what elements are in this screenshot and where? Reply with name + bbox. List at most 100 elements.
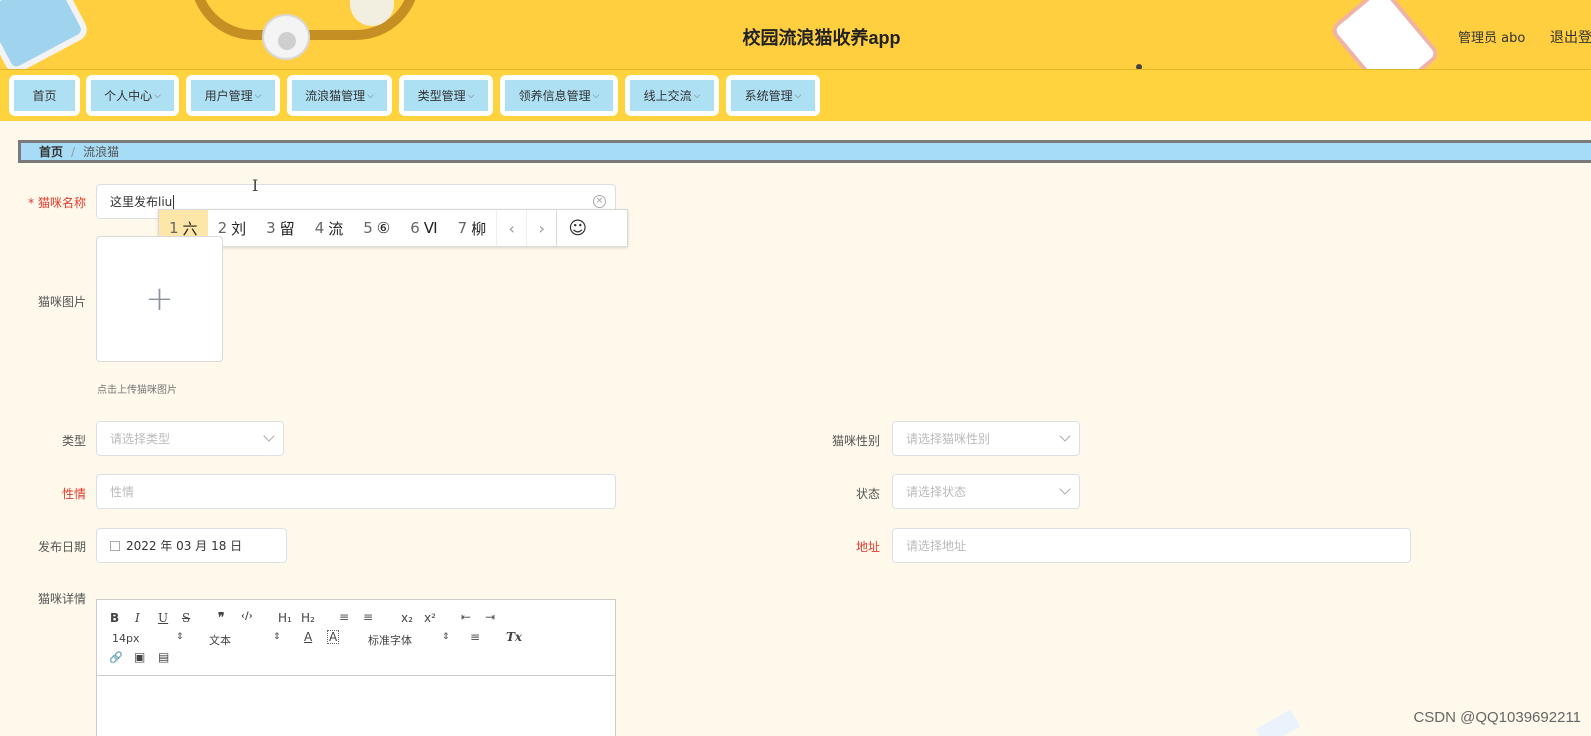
image-icon[interactable]: ▣ <box>134 650 145 664</box>
type-label: 类型 <box>61 434 86 448</box>
chevron-down-icon: ⌵ <box>154 90 161 101</box>
nav-label: 领养信息管理 <box>518 89 591 103</box>
address-placeholder: 请选择地址 <box>906 539 967 553</box>
nav-label: 首页 <box>32 89 57 103</box>
indent-icon[interactable]: ⇥ <box>485 610 495 624</box>
align-icon[interactable]: ≡ <box>470 630 480 644</box>
nav-label: 系统管理 <box>744 89 793 103</box>
breadcrumb-separator: / <box>71 144 76 159</box>
heading-2-icon[interactable]: H₂ <box>301 611 315 625</box>
chevron-down-icon: ⌵ <box>467 90 475 101</box>
cat-name-value: 这里发布liu <box>110 195 173 209</box>
ime-candidate[interactable]: 3留 <box>256 210 305 246</box>
ordered-list-icon[interactable]: ≡ <box>339 610 349 624</box>
gender-label: 猫咪性别 <box>831 434 880 448</box>
chevron-down-icon <box>1059 483 1071 495</box>
chevron-down-icon: ⌵ <box>592 90 600 101</box>
italic-icon[interactable]: I <box>135 611 140 625</box>
corner-decoration <box>1255 709 1301 736</box>
updown-icon: ⇕ <box>273 632 281 642</box>
address-label: 地址 <box>855 540 880 554</box>
watermark: CSDN @QQ1039692211 <box>1413 709 1581 726</box>
app-header: 校园流浪猫收养app 管理员 abo 退出登 <box>0 0 1591 70</box>
ime-candidate[interactable]: 6Ⅵ <box>400 210 447 246</box>
nav-item-cat-management[interactable]: 流浪猫管理 ⌵ <box>287 75 392 116</box>
header-select[interactable]: 文本 ⇕ <box>209 632 284 647</box>
chevron-down-icon: ⌵ <box>367 90 374 101</box>
chevron-down-icon: ⌵ <box>794 90 802 101</box>
main-nav: 首页 个人中心 ⌵ 用户管理 ⌵ 流浪猫管理 ⌵ 类型管理 ⌵ 领养信息管理 ⌵ 线上交流… <box>0 70 1591 121</box>
clear-format-icon[interactable]: Tx <box>506 630 522 644</box>
blockquote-icon[interactable]: ❞ <box>218 610 224 624</box>
text-color-icon[interactable]: A <box>304 630 312 644</box>
bullet-list-icon[interactable]: ≡ <box>363 610 373 624</box>
temper-placeholder: 性情 <box>110 485 135 499</box>
ime-candidate[interactable]: 7柳 <box>448 210 497 246</box>
ime-emoji-icon[interactable]: ☺ <box>556 210 598 246</box>
plus-icon: + <box>145 279 174 319</box>
updown-icon: ⇕ <box>442 632 450 642</box>
chevron-down-icon <box>263 430 275 442</box>
updown-icon: ⇕ <box>176 632 184 642</box>
publish-date-value: 2022 年 03 月 18 日 <box>126 539 243 553</box>
nav-item-personal-center[interactable]: 个人中心 ⌵ <box>86 75 179 116</box>
nav-item-online-chat[interactable]: 线上交流 ⌵ <box>625 75 719 116</box>
heading-1-icon[interactable]: H₁ <box>278 611 292 625</box>
gender-select[interactable]: 请选择猫咪性别 <box>892 421 1080 456</box>
nav-label: 流浪猫管理 <box>305 89 366 103</box>
publish-date-label: 发布日期 <box>37 540 86 554</box>
status-select[interactable]: 请选择状态 <box>892 474 1080 509</box>
ime-candidate[interactable]: 5⑥ <box>353 210 400 246</box>
address-input[interactable]: 请选择地址 <box>892 528 1411 563</box>
status-label: 状态 <box>855 487 880 501</box>
nav-item-adoption-management[interactable]: 领养信息管理 ⌵ <box>500 75 618 116</box>
ibeam-cursor-icon: I <box>252 176 259 195</box>
underline-icon[interactable]: U <box>158 611 168 625</box>
nav-item-type-management[interactable]: 类型管理 ⌵ <box>399 75 493 116</box>
cat-detail-label: 猫咪详情 <box>37 592 86 606</box>
upload-tip: 点击上传猫咪图片 <box>97 385 177 396</box>
nav-label: 线上交流 <box>643 89 692 103</box>
clear-icon[interactable]: × <box>593 195 606 208</box>
font-family-select[interactable]: 标准字体 ⇕ <box>368 632 453 647</box>
logout-link[interactable]: 退出登 <box>1550 27 1591 47</box>
image-upload-button[interactable]: + <box>96 236 223 362</box>
breadcrumb: 首页 / 流浪猫 <box>18 140 1591 163</box>
ime-candidate-bar: 1六 2刘 3留 4流 5⑥ 6Ⅵ 7柳 ‹ › ☺ <box>158 209 628 247</box>
video-icon[interactable]: ▤ <box>158 650 169 664</box>
type-placeholder: 请选择类型 <box>110 432 171 446</box>
calendar-icon <box>110 540 120 551</box>
text-cursor <box>173 194 175 209</box>
editor-toolbar: B I U S ❞ ‹/› H₁ H₂ ≡ ≡ x₂ x² ⇤ ⇥ 14px ⇕… <box>97 600 615 676</box>
nav-item-system-management[interactable]: 系统管理 ⌵ <box>726 75 820 116</box>
code-block-icon[interactable]: ‹/› <box>241 611 253 622</box>
rich-text-editor[interactable]: B I U S ❞ ‹/› H₁ H₂ ≡ ≡ x₂ x² ⇤ ⇥ 14px ⇕… <box>96 599 616 736</box>
outdent-icon[interactable]: ⇤ <box>461 610 471 624</box>
admin-user-label: 管理员 abo <box>1458 31 1526 46</box>
superscript-icon[interactable]: x² <box>424 611 436 625</box>
font-size-select[interactable]: 14px ⇕ <box>112 632 187 646</box>
bold-icon[interactable]: B <box>110 611 119 625</box>
background-color-icon[interactable]: A <box>327 630 340 644</box>
ime-candidate[interactable]: 4流 <box>305 210 354 246</box>
breadcrumb-current: 流浪猫 <box>83 145 120 159</box>
strike-icon[interactable]: S <box>182 611 190 625</box>
nav-label: 个人中心 <box>104 89 153 103</box>
cat-name-label: * 猫咪名称 <box>28 196 86 210</box>
publish-date-picker[interactable]: 2022 年 03 月 18 日 <box>96 528 287 563</box>
cat-image-label: 猫咪图片 <box>37 295 86 309</box>
breadcrumb-home[interactable]: 首页 <box>39 143 63 160</box>
temper-input[interactable]: 性情 <box>96 474 616 509</box>
nav-item-user-management[interactable]: 用户管理 ⌵ <box>186 75 280 116</box>
link-icon[interactable]: 🔗 <box>109 651 123 664</box>
app-title: 校园流浪猫收养app <box>742 28 901 48</box>
ime-prev-page-icon[interactable]: ‹ <box>496 210 526 246</box>
type-select[interactable]: 请选择类型 <box>96 421 284 456</box>
ime-next-page-icon[interactable]: › <box>526 210 556 246</box>
temper-label: 性情 <box>61 487 86 501</box>
chevron-down-icon <box>1059 430 1071 442</box>
status-placeholder: 请选择状态 <box>906 485 967 499</box>
nav-item-home[interactable]: 首页 <box>9 75 80 116</box>
subscript-icon[interactable]: x₂ <box>401 611 413 625</box>
nav-label: 类型管理 <box>417 89 466 103</box>
